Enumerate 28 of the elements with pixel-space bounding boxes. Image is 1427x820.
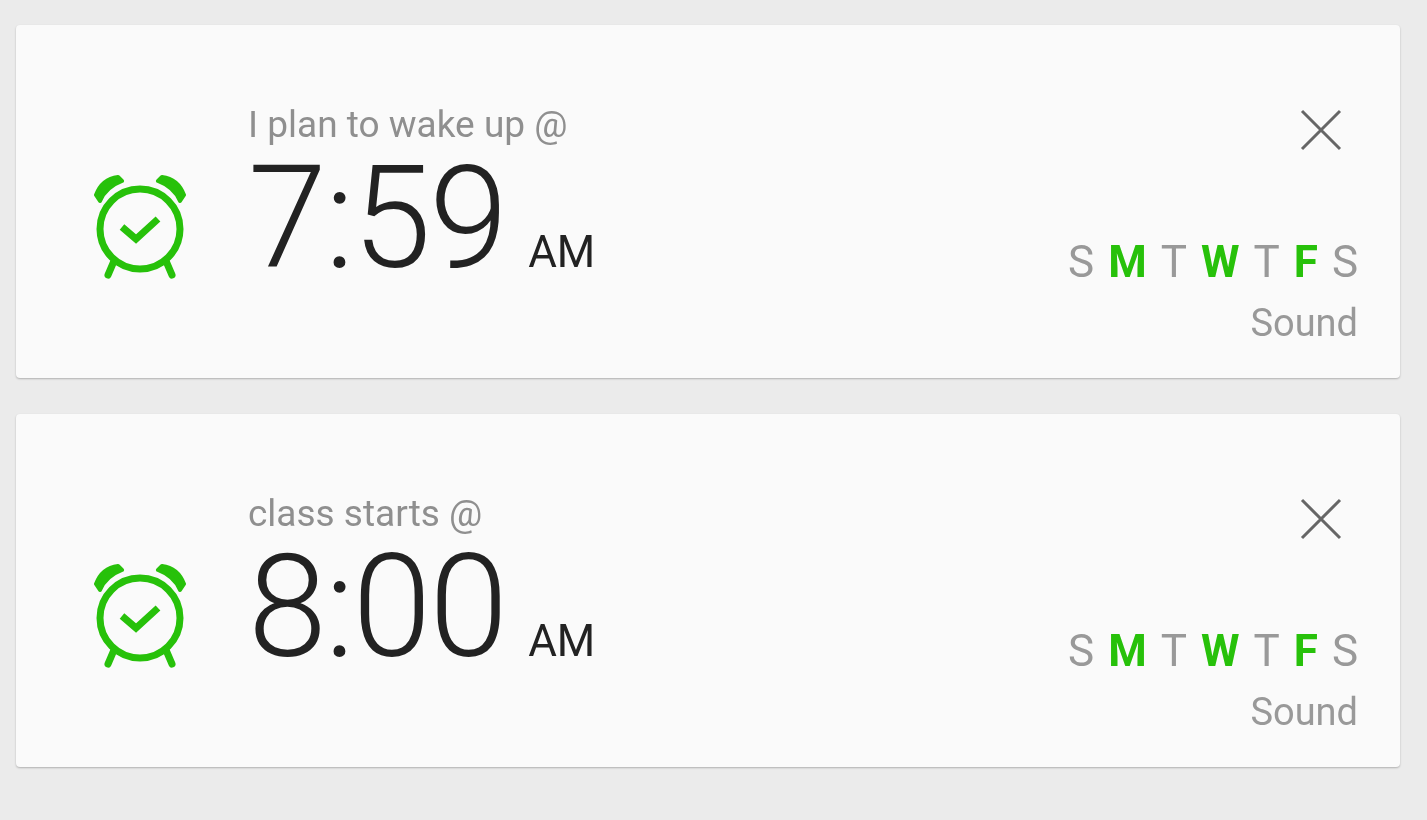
weekday-toggle[interactable]: S	[1331, 237, 1358, 287]
weekday-toggle[interactable]: M	[1108, 237, 1147, 287]
sound-label[interactable]: Sound	[1250, 690, 1358, 734]
close-button[interactable]	[1300, 498, 1342, 540]
weekday-toggle[interactable]: F	[1293, 237, 1318, 287]
sound-label[interactable]: Sound	[1250, 301, 1358, 345]
weekday-toggle[interactable]: W	[1200, 626, 1240, 676]
meridiem-label: AM	[528, 615, 596, 667]
alarm-time[interactable]: 8:00	[248, 548, 507, 668]
alarm-card[interactable]: class starts @ 8:00 AM S M T W T F S Sound	[16, 414, 1400, 767]
weekday-toggle[interactable]: S	[1068, 237, 1095, 287]
alarm-card[interactable]: I plan to wake up @ 7:59 AM S M T W T F S Sound	[16, 25, 1400, 378]
weekday-toggle[interactable]: S	[1068, 626, 1095, 676]
alarm-label: class starts @	[248, 492, 484, 536]
close-icon	[1300, 498, 1342, 540]
meridiem-label: AM	[528, 226, 596, 278]
weekday-toggle[interactable]: T	[1253, 626, 1280, 676]
weekday-toggle[interactable]: T	[1160, 626, 1187, 676]
weekday-toggle[interactable]: T	[1253, 237, 1280, 287]
weekday-toggle[interactable]: S	[1331, 626, 1358, 676]
weekday-toggle[interactable]: M	[1108, 626, 1147, 676]
close-icon	[1300, 109, 1342, 151]
weekday-toggle[interactable]: W	[1200, 237, 1240, 287]
close-button[interactable]	[1300, 109, 1342, 151]
alarm-label: I plan to wake up @	[248, 103, 569, 147]
weekday-toggle[interactable]: F	[1293, 626, 1318, 676]
alarm-time[interactable]: 7:59	[248, 159, 507, 279]
weekday-toggle[interactable]: T	[1160, 237, 1187, 287]
